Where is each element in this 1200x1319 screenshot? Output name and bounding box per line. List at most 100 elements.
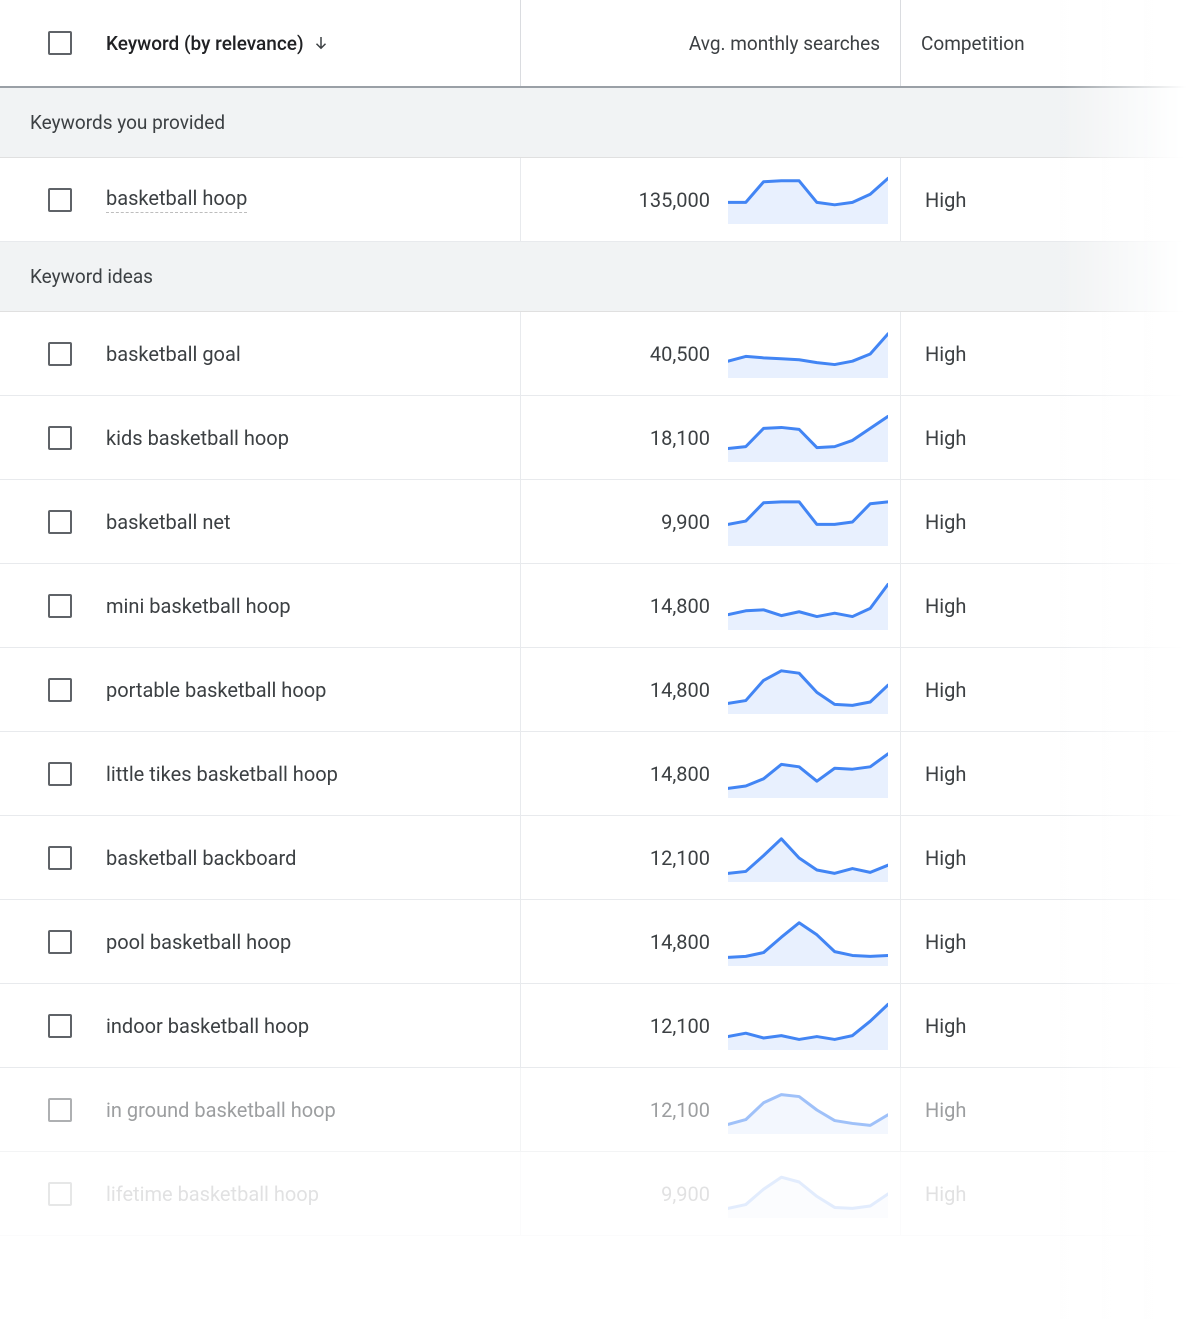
competition-value: High — [921, 342, 966, 366]
keyword-cell: lifetime basketball hoop — [0, 1152, 520, 1235]
row-checkbox[interactable] — [48, 342, 72, 366]
sparkline-icon — [728, 414, 888, 462]
searches-cell: 40,500 — [520, 312, 900, 395]
competition-value: High — [921, 1014, 966, 1038]
searches-cell: 12,100 — [520, 984, 900, 1067]
row-checkbox[interactable] — [48, 594, 72, 618]
searches-cell: 14,800 — [520, 648, 900, 731]
searches-value: 12,100 — [650, 1098, 710, 1122]
header-competition-cell[interactable]: Competition — [900, 0, 1200, 86]
keyword-text[interactable]: basketball backboard — [106, 846, 296, 870]
searches-value: 12,100 — [650, 846, 710, 870]
row-checkbox[interactable] — [48, 1098, 72, 1122]
competition-cell: High — [900, 1068, 1200, 1151]
competition-cell: High — [900, 732, 1200, 815]
section-provided-label: Keywords you provided — [30, 111, 225, 134]
searches-cell: 12,100 — [520, 816, 900, 899]
searches-value: 14,800 — [650, 762, 710, 786]
keyword-cell: portable basketball hoop — [0, 648, 520, 731]
keyword-text[interactable]: mini basketball hoop — [106, 594, 291, 618]
keyword-text[interactable]: pool basketball hoop — [106, 930, 291, 954]
competition-value: High — [921, 1182, 966, 1206]
sparkline-icon — [728, 498, 888, 546]
sparkline-icon — [728, 176, 888, 224]
table-row: basketball net 9,900 High — [0, 480, 1200, 564]
table-row: basketball hoop 135,000 High — [0, 158, 1200, 242]
competition-cell: High — [900, 312, 1200, 395]
searches-value: 135,000 — [639, 188, 710, 212]
competition-value: High — [921, 188, 966, 212]
keyword-cell: indoor basketball hoop — [0, 984, 520, 1067]
searches-cell: 14,800 — [520, 564, 900, 647]
competition-cell: High — [900, 564, 1200, 647]
keyword-text[interactable]: lifetime basketball hoop — [106, 1182, 319, 1206]
searches-value: 9,900 — [661, 1182, 710, 1206]
keyword-cell: in ground basketball hoop — [0, 1068, 520, 1151]
table-row: pool basketball hoop 14,800 High — [0, 900, 1200, 984]
competition-value: High — [921, 426, 966, 450]
competition-value: High — [921, 1098, 966, 1122]
row-checkbox[interactable] — [48, 426, 72, 450]
competition-value: High — [921, 930, 966, 954]
row-checkbox[interactable] — [48, 678, 72, 702]
sparkline-icon — [728, 918, 888, 966]
searches-cell: 14,800 — [520, 900, 900, 983]
table-row: little tikes basketball hoop 14,800 High — [0, 732, 1200, 816]
searches-cell: 18,100 — [520, 396, 900, 479]
keyword-text[interactable]: portable basketball hoop — [106, 678, 326, 702]
keyword-text[interactable]: little tikes basketball hoop — [106, 762, 338, 786]
searches-cell: 9,900 — [520, 480, 900, 563]
keyword-cell: basketball backboard — [0, 816, 520, 899]
keyword-text[interactable]: basketball hoop — [106, 186, 247, 213]
table-row: lifetime basketball hoop 9,900 High — [0, 1152, 1200, 1236]
sparkline-icon — [728, 750, 888, 798]
searches-value: 14,800 — [650, 594, 710, 618]
table-row: basketball backboard 12,100 High — [0, 816, 1200, 900]
table-row: portable basketball hoop 14,800 High — [0, 648, 1200, 732]
row-checkbox[interactable] — [48, 762, 72, 786]
competition-cell: High — [900, 480, 1200, 563]
keyword-text[interactable]: indoor basketball hoop — [106, 1014, 309, 1038]
row-checkbox[interactable] — [48, 1014, 72, 1038]
sparkline-icon — [728, 1002, 888, 1050]
header-keyword-cell[interactable]: Keyword (by relevance) — [0, 0, 520, 86]
header-keyword-text: Keyword (by relevance) — [106, 32, 304, 55]
competition-cell: High — [900, 648, 1200, 731]
header-searches-cell[interactable]: Avg. monthly searches — [520, 0, 900, 86]
competition-cell: High — [900, 984, 1200, 1067]
row-checkbox[interactable] — [48, 188, 72, 212]
keyword-text[interactable]: in ground basketball hoop — [106, 1098, 336, 1122]
table-row: in ground basketball hoop 12,100 High — [0, 1068, 1200, 1152]
searches-cell: 135,000 — [520, 158, 900, 241]
section-provided: Keywords you provided — [0, 88, 1200, 158]
sparkline-icon — [728, 582, 888, 630]
keyword-cell: mini basketball hoop — [0, 564, 520, 647]
searches-value: 18,100 — [650, 426, 710, 450]
sparkline-icon — [728, 834, 888, 882]
keyword-cell: basketball hoop — [0, 158, 520, 241]
competition-cell: High — [900, 1152, 1200, 1235]
row-checkbox[interactable] — [48, 1182, 72, 1206]
competition-cell: High — [900, 816, 1200, 899]
row-checkbox[interactable] — [48, 510, 72, 534]
row-checkbox[interactable] — [48, 930, 72, 954]
table-header-row: Keyword (by relevance) Avg. monthly sear… — [0, 0, 1200, 88]
searches-value: 12,100 — [650, 1014, 710, 1038]
competition-value: High — [921, 594, 966, 618]
competition-value: High — [921, 510, 966, 534]
header-searches-text: Avg. monthly searches — [689, 32, 880, 55]
keyword-text[interactable]: basketball goal — [106, 342, 241, 366]
keyword-text[interactable]: basketball net — [106, 510, 231, 534]
header-keyword-label[interactable]: Keyword (by relevance) — [106, 32, 330, 55]
keyword-cell: kids basketball hoop — [0, 396, 520, 479]
keyword-text[interactable]: kids basketball hoop — [106, 426, 289, 450]
sparkline-icon — [728, 330, 888, 378]
keyword-table: Keyword (by relevance) Avg. monthly sear… — [0, 0, 1200, 1236]
table-row: kids basketball hoop 18,100 High — [0, 396, 1200, 480]
select-all-checkbox[interactable] — [48, 31, 72, 55]
keyword-cell: basketball net — [0, 480, 520, 563]
searches-cell: 12,100 — [520, 1068, 900, 1151]
row-checkbox[interactable] — [48, 846, 72, 870]
competition-value: High — [921, 762, 966, 786]
competition-cell: High — [900, 396, 1200, 479]
